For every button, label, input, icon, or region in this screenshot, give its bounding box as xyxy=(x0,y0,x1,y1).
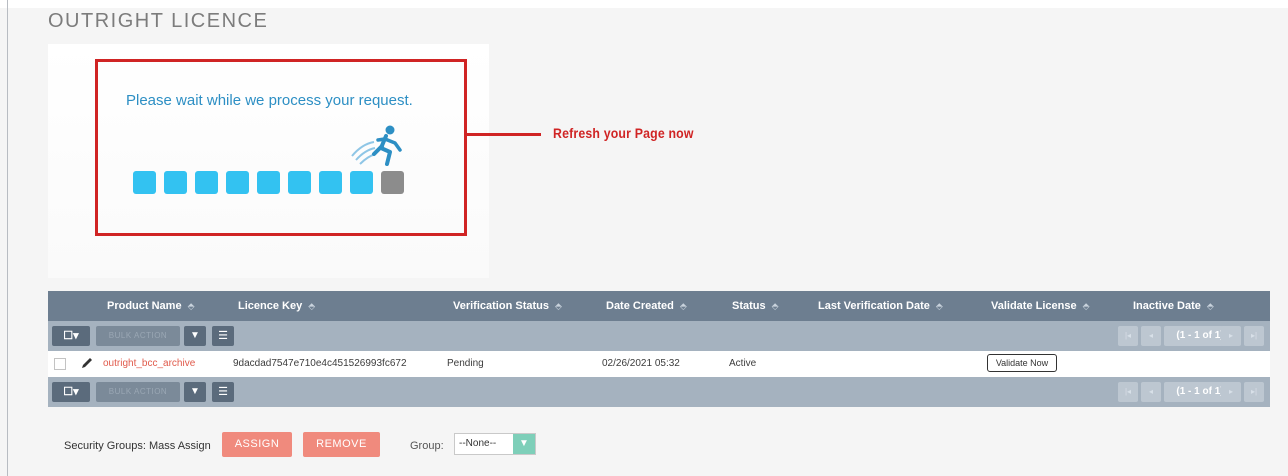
bulk-action-button[interactable]: BULK ACTION xyxy=(96,382,180,402)
page-title: OUTRIGHT LICENCE xyxy=(48,10,269,32)
previous-page-button[interactable]: ◂ xyxy=(1141,382,1161,402)
select-dropdown-button[interactable]: ☐▾ xyxy=(52,382,90,402)
first-page-button[interactable]: |◂ xyxy=(1118,382,1138,402)
list-toolbar-bottom: ☐▾ BULK ACTION ▼ ☰ |◂ ◂ (1 - 1 of 1) ▸ ▸… xyxy=(48,377,1270,407)
bulk-action-button[interactable]: BULK ACTION xyxy=(96,326,180,346)
sort-icon[interactable]: ⬘ xyxy=(1083,291,1090,321)
column-chooser-icon[interactable]: ☰ xyxy=(212,326,234,346)
date-created-cell: 02/26/2021 05:32 xyxy=(602,358,680,369)
sort-icon[interactable]: ⬘ xyxy=(188,291,195,321)
column-header-validate-license[interactable]: Validate License ⬘ xyxy=(991,291,1090,321)
status-cell: Active xyxy=(729,358,757,369)
sort-icon[interactable]: ⬘ xyxy=(308,291,315,321)
sort-icon[interactable]: ⬘ xyxy=(1207,291,1214,321)
sort-icon[interactable]: ⬘ xyxy=(772,291,779,321)
filter-icon[interactable]: ▼ xyxy=(184,326,206,346)
refresh-annotation: Refresh your Page now xyxy=(553,125,694,141)
left-border xyxy=(7,0,8,476)
column-header-status[interactable]: Status ⬘ xyxy=(732,291,779,321)
annotation-connector xyxy=(467,133,541,136)
table-row: outright_bcc_archive 9dacdad7547e710e4c4… xyxy=(48,351,1270,377)
column-header-inactive-date[interactable]: Inactive Date ⬘ xyxy=(1133,291,1214,321)
filter-icon[interactable]: ▼ xyxy=(184,382,206,402)
sort-icon[interactable]: ⬘ xyxy=(555,291,562,321)
next-page-button[interactable]: ▸ xyxy=(1221,382,1241,402)
next-page-button[interactable]: ▸ xyxy=(1221,326,1241,346)
group-label: Group: xyxy=(410,440,444,452)
column-header-licence-key[interactable]: Licence Key ⬘ xyxy=(238,291,315,321)
verification-status-cell: Pending xyxy=(447,358,484,369)
last-page-button[interactable]: ▸| xyxy=(1244,326,1264,346)
product-name-link[interactable]: outright_bcc_archive xyxy=(103,351,195,377)
group-select[interactable]: --None-- ▼ xyxy=(454,433,536,455)
column-header-product-name[interactable]: Product Name ⬘ xyxy=(107,291,195,321)
list-toolbar-top: ☐▾ BULK ACTION ▼ ☰ |◂ ◂ (1 - 1 of 1) ▸ ▸… xyxy=(48,321,1270,351)
previous-page-button[interactable]: ◂ xyxy=(1141,326,1161,346)
column-header-verification-status[interactable]: Verification Status ⬘ xyxy=(453,291,562,321)
column-header-last-verification-date[interactable]: Last Verification Date ⬘ xyxy=(818,291,943,321)
column-chooser-icon[interactable]: ☰ xyxy=(212,382,234,402)
row-checkbox[interactable] xyxy=(54,358,66,370)
column-header-date-created[interactable]: Date Created ⬘ xyxy=(606,291,687,321)
validate-now-button[interactable]: Validate Now xyxy=(987,354,1057,372)
remove-button[interactable]: REMOVE xyxy=(303,432,380,457)
group-select-value: --None-- xyxy=(459,438,497,449)
sort-icon[interactable]: ⬘ xyxy=(936,291,943,321)
security-groups-label: Security Groups: Mass Assign xyxy=(64,440,211,452)
assign-button[interactable]: ASSIGN xyxy=(222,432,292,457)
licence-key-cell: 9dacdad7547e710e4c451526993fc672 xyxy=(233,358,407,369)
select-dropdown-button[interactable]: ☐▾ xyxy=(52,326,90,346)
sort-icon[interactable]: ⬘ xyxy=(680,291,687,321)
table-header: Product Name ⬘ Licence Key ⬘ Verification … xyxy=(48,291,1270,321)
edit-pencil-icon[interactable] xyxy=(80,356,94,370)
first-page-button[interactable]: |◂ xyxy=(1118,326,1138,346)
chevron-down-icon[interactable]: ▼ xyxy=(513,434,535,454)
last-page-button[interactable]: ▸| xyxy=(1244,382,1264,402)
top-strip xyxy=(0,0,1288,8)
highlight-box xyxy=(95,59,467,236)
